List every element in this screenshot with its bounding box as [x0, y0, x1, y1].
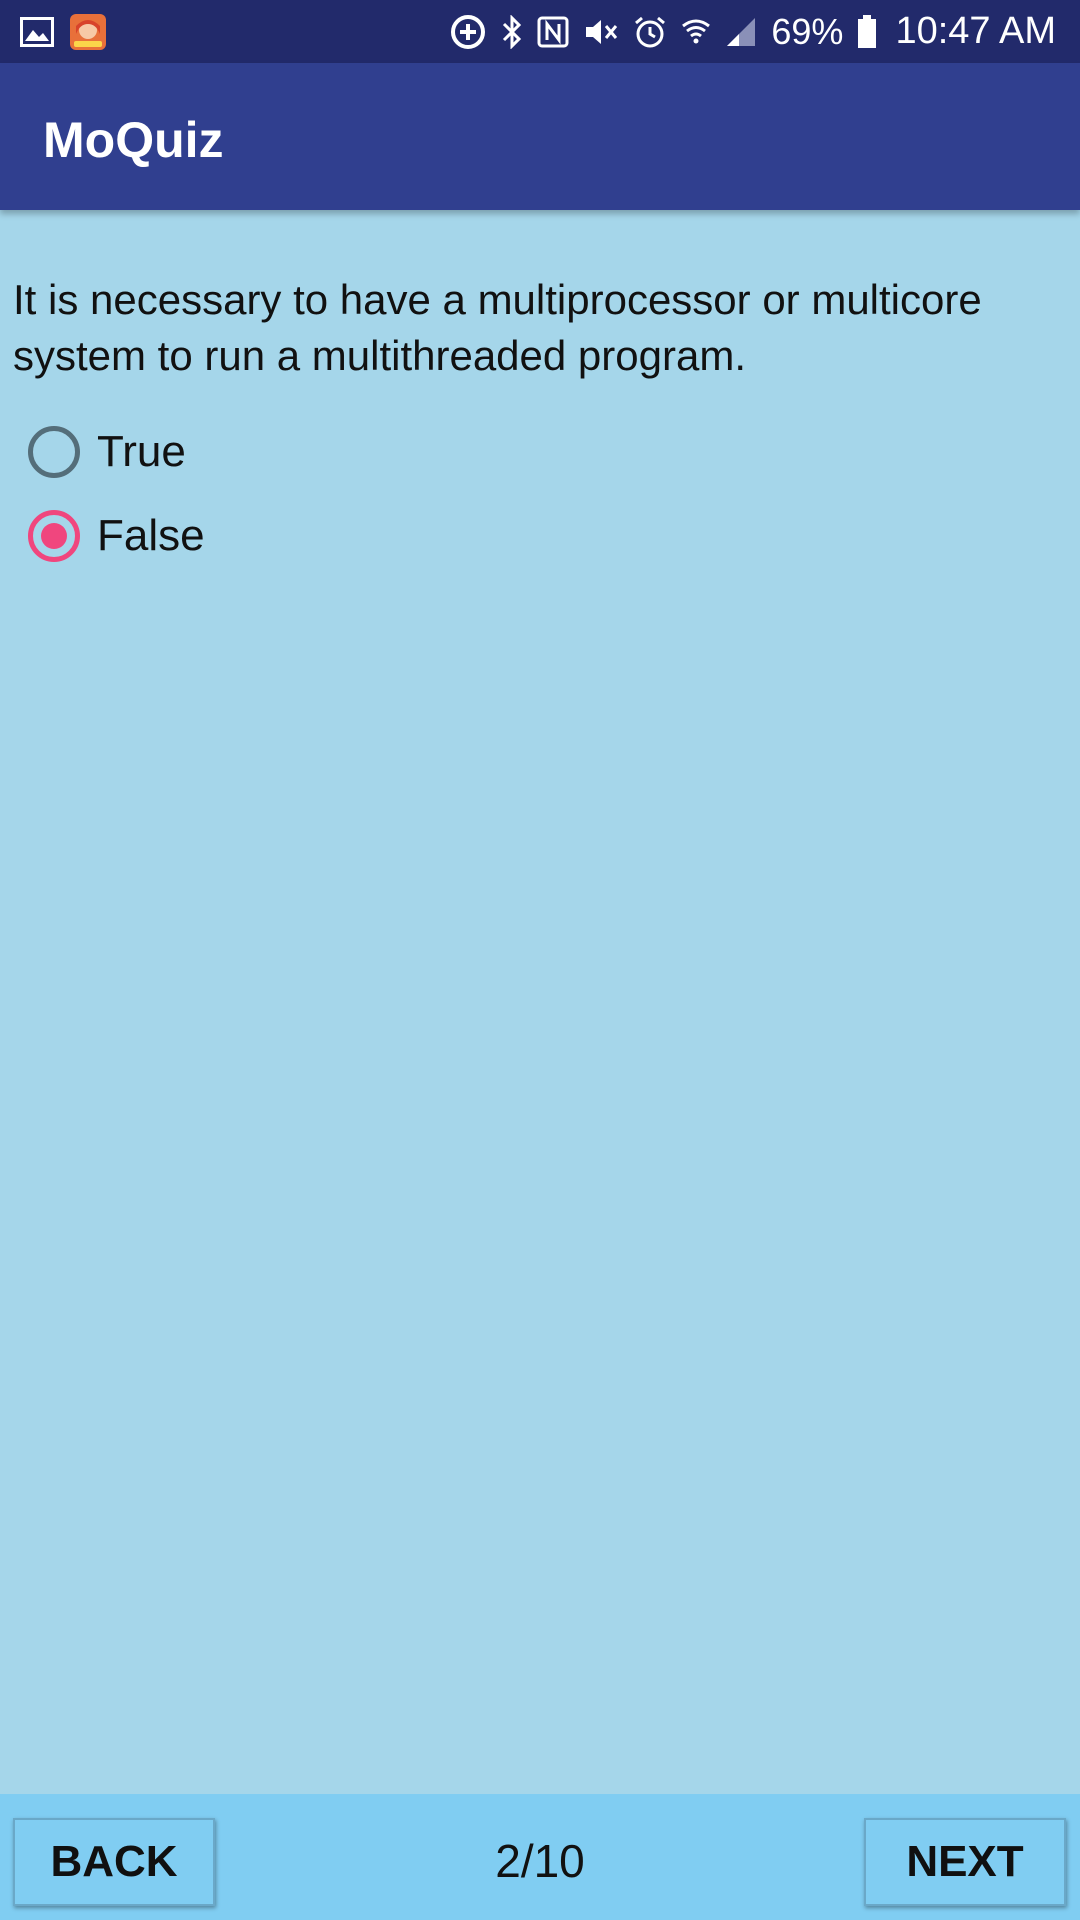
bluetooth-icon: [501, 14, 523, 49]
radio-false[interactable]: [28, 510, 80, 562]
app-bar: MoQuiz: [0, 63, 1080, 210]
question-text: It is necessary to have a multiprocessor…: [13, 276, 982, 379]
battery-percent: 69%: [771, 10, 844, 52]
status-bar: 69% 10:47 AM: [0, 0, 1080, 63]
back-button[interactable]: BACK: [13, 1818, 215, 1906]
bottom-navigation: BACK 2/10 NEXT: [0, 1794, 1080, 1920]
radio-true[interactable]: [28, 426, 80, 478]
question-progress: 2/10: [495, 1835, 585, 1887]
wifi-icon: [681, 16, 711, 48]
status-bar-notifications: [20, 14, 106, 50]
gallery-icon: [20, 17, 54, 47]
status-bar-system: 69% 10:47 AM: [449, 0, 1056, 63]
alarm-icon: [633, 15, 667, 49]
game-app-icon: [70, 14, 106, 50]
data-saver-icon: [449, 13, 487, 51]
nfc-icon: [537, 16, 569, 48]
option-true[interactable]: True: [28, 422, 186, 482]
option-true-label[interactable]: True: [97, 427, 186, 477]
option-false[interactable]: False: [28, 506, 205, 566]
app-title: MoQuiz: [43, 112, 224, 168]
option-false-label[interactable]: False: [97, 511, 205, 561]
next-button[interactable]: NEXT: [864, 1818, 1066, 1906]
signal-icon: [725, 16, 757, 48]
mute-icon: [583, 16, 619, 48]
battery-icon: [857, 14, 877, 49]
status-time: 10:47 AM: [895, 10, 1056, 52]
